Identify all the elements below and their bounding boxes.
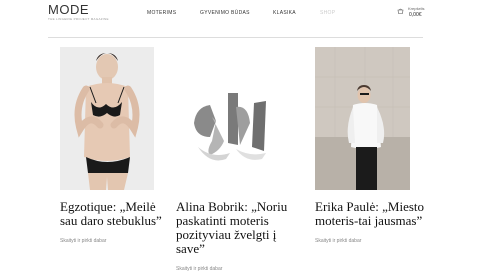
read-more-link[interactable]: Skaityti ir pirkti dabar	[315, 238, 427, 244]
article-image[interactable]	[60, 47, 154, 190]
nav-item-moterims[interactable]: MOTERIMS	[147, 10, 176, 16]
header-divider	[48, 37, 423, 38]
main-nav: MOTERIMS GYVENIMO BŪDAS KLASIKA SHOP	[0, 10, 480, 18]
abstract-art-illustration	[176, 47, 298, 190]
cart-icon	[397, 8, 404, 14]
model-photo-illustration	[60, 47, 154, 190]
cart-label: Krepšelis	[408, 6, 425, 11]
article-title[interactable]: Alina Bobrik: „Noriu paskatinti moteris …	[176, 200, 298, 256]
article-image[interactable]	[315, 47, 410, 190]
article-title[interactable]: Egzotique: „Meilė sau daro stebuklus”	[60, 200, 172, 228]
read-more-link[interactable]: Skaityti ir pirkti dabar	[60, 238, 172, 244]
nav-item-klasika[interactable]: KLASIKA	[273, 10, 296, 16]
article-title[interactable]: Erika Paulė: „Miesto moteris-tai jausmas…	[315, 200, 427, 228]
nav-item-shop[interactable]: SHOP	[320, 10, 335, 16]
article-card: Erika Paulė: „Miesto moteris-tai jausmas…	[315, 47, 427, 244]
article-card: Alina Bobrik: „Noriu paskatinti moteris …	[176, 47, 298, 272]
article-image[interactable]	[176, 47, 298, 190]
model-street-photo-illustration	[315, 47, 410, 190]
nav-item-gyvenimo-budas[interactable]: GYVENIMO BŪDAS	[200, 10, 250, 16]
article-card: Egzotique: „Meilė sau daro stebuklus” Sk…	[60, 47, 172, 244]
cart-amount: 0,00€	[409, 12, 422, 18]
read-more-link[interactable]: Skaityti ir pirkti dabar	[176, 266, 298, 272]
